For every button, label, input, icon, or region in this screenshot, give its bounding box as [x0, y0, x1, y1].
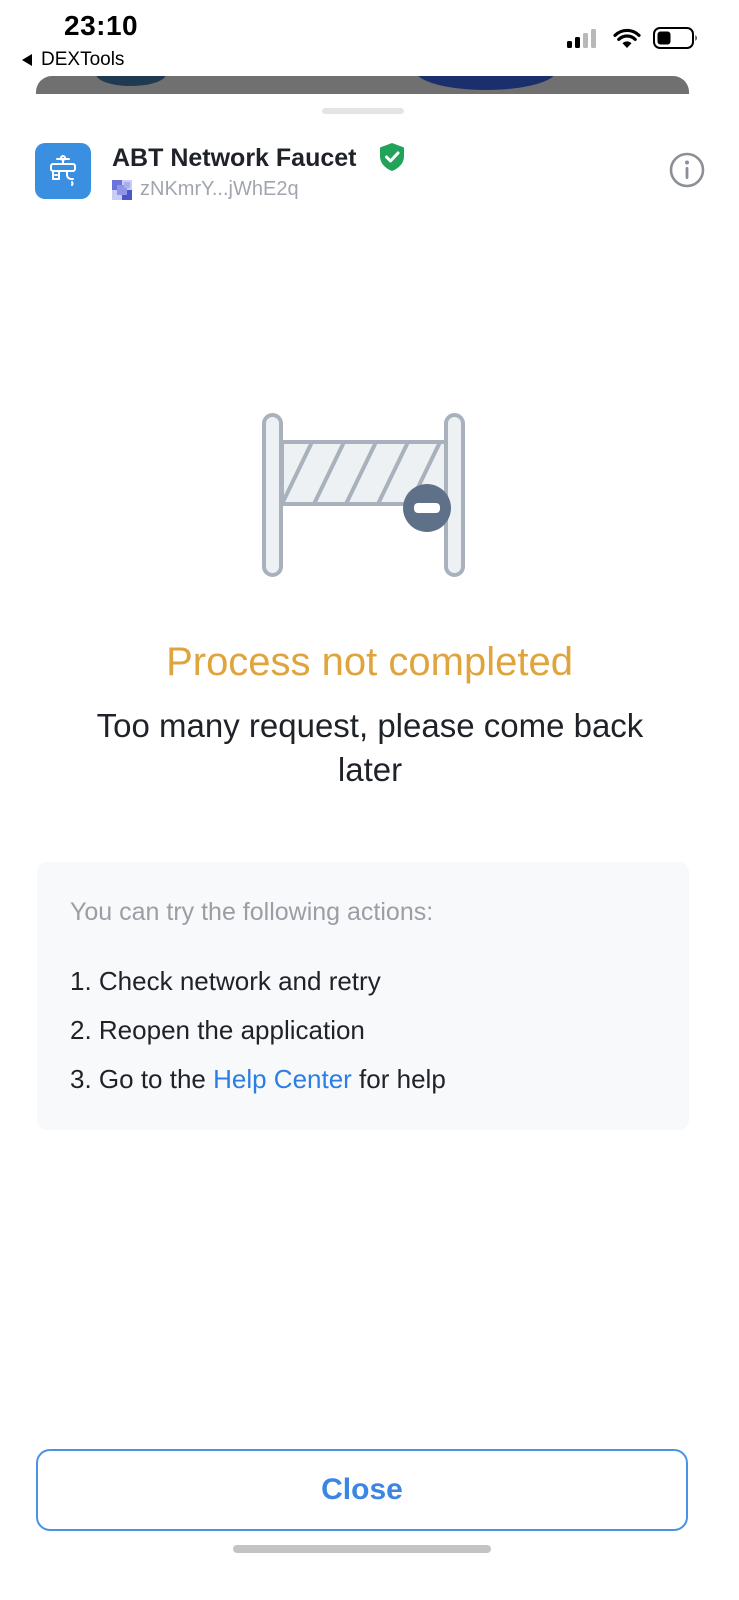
- result-title: Process not completed: [166, 640, 573, 684]
- faucet-app-icon: [35, 143, 91, 199]
- back-to-app-link[interactable]: DEXTools: [22, 49, 124, 71]
- back-arrow-icon: [22, 54, 32, 66]
- wifi-icon: [613, 28, 641, 48]
- app-address: zNKmrY...jWhE2q: [140, 178, 299, 200]
- app-header: ABT Network Faucet zNKmrY...jWhE2q: [35, 142, 705, 202]
- address-avatar-icon: [112, 179, 132, 200]
- home-indicator: [233, 1545, 491, 1553]
- result-message: Too many request, please come back later: [96, 707, 644, 788]
- status-icons: [567, 27, 699, 49]
- suggestion-item: 2. Reopen the application: [70, 1015, 365, 1045]
- app-name: ABT Network Faucet: [112, 144, 357, 172]
- help-center-link[interactable]: Help Center: [213, 1064, 352, 1094]
- suggestion-suffix: for help: [351, 1064, 446, 1094]
- verified-shield-icon: [380, 143, 404, 171]
- signal-icon: [567, 28, 599, 48]
- close-button[interactable]: Close: [36, 1449, 688, 1531]
- info-icon[interactable]: [669, 152, 705, 188]
- suggestion-item: 3. Go to the Help Center for help: [70, 1064, 446, 1113]
- sheet-grabber[interactable]: [322, 108, 404, 114]
- status-time: 23:10: [64, 10, 139, 41]
- suggestion-list: 1. Check network and retry 2. Reopen the…: [70, 966, 446, 1113]
- back-app-label: DEXTools: [41, 49, 125, 70]
- suggestion-item: 1. Check network and retry: [70, 966, 381, 996]
- modal-sheet: ABT Network Faucet zNKmrY...jWhE2q Proce…: [0, 94, 739, 1600]
- barrier-blocked-icon: [262, 413, 465, 577]
- suggestion-prefix: 3. Go to the: [70, 1064, 214, 1094]
- screen: 23:10 DEXTools ABT Network Faucet zNKmrY…: [0, 0, 739, 1600]
- suggestions-title: You can try the following actions:: [70, 898, 434, 926]
- battery-icon: [653, 27, 697, 49]
- app-address-row: zNKmrY...jWhE2q: [112, 178, 299, 201]
- status-bar: 23:10 DEXTools: [0, 0, 739, 76]
- suggestions-panel: You can try the following actions: 1. Ch…: [37, 862, 689, 1130]
